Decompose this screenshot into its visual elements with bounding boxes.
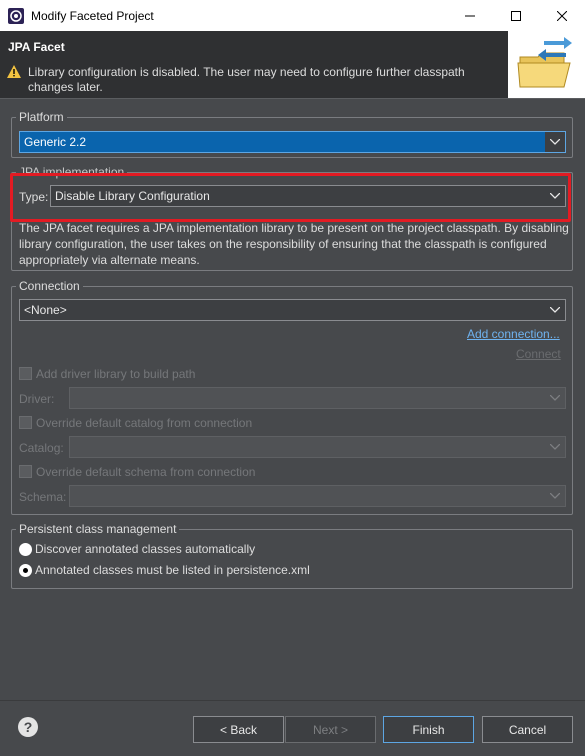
override-schema-label: Override default schema from connection — [36, 465, 256, 479]
back-button[interactable]: < Back — [193, 716, 284, 743]
catalog-label: Catalog: — [19, 441, 64, 455]
help-icon[interactable]: ? — [18, 717, 38, 737]
finish-button[interactable]: Finish — [383, 716, 474, 743]
chevron-down-icon — [545, 388, 565, 408]
eclipse-app-icon — [8, 8, 24, 24]
type-label: Type: — [19, 190, 49, 204]
persistent-class-group-label: Persistent class management — [16, 522, 180, 536]
banner-logo — [508, 31, 585, 98]
maximize-icon — [511, 10, 521, 21]
listed-classes-label: Annotated classes must be listed in pers… — [35, 563, 310, 577]
override-schema-checkbox[interactable] — [19, 465, 32, 478]
chevron-down-icon — [545, 300, 565, 320]
chevron-down-icon — [545, 132, 565, 152]
listed-classes-radio[interactable] — [19, 564, 32, 577]
window-title: Modify Faceted Project — [31, 9, 154, 23]
warning-triangle-icon — [7, 65, 21, 78]
wizard-banner: JPA Facet Library configuration is disab… — [0, 31, 585, 98]
chevron-down-icon — [545, 437, 565, 457]
cancel-button[interactable]: Cancel — [482, 716, 573, 743]
close-button[interactable] — [539, 0, 585, 31]
close-icon — [557, 10, 567, 21]
add-connection-link[interactable]: Add connection... — [467, 327, 560, 341]
schema-label: Schema: — [19, 490, 67, 504]
minimize-button[interactable] — [447, 0, 493, 31]
banner-message: Library configuration is disabled. The u… — [28, 65, 465, 94]
button-bar-separator — [0, 700, 585, 701]
chevron-down-icon — [545, 186, 565, 206]
driver-combo[interactable] — [69, 387, 566, 409]
connection-group-label: Connection — [16, 279, 83, 293]
persistent-class-group — [11, 529, 573, 589]
minimize-icon — [465, 15, 475, 16]
add-driver-checkbox[interactable] — [19, 367, 32, 380]
connect-link[interactable]: Connect — [516, 347, 561, 361]
chevron-down-icon — [545, 486, 565, 506]
next-button[interactable]: Next > — [285, 716, 376, 743]
connection-value: <None> — [24, 303, 67, 317]
jpa-description: The JPA facet requires a JPA implementat… — [19, 221, 569, 267]
open-folder-arrows-icon — [517, 37, 572, 88]
platform-group-label: Platform — [16, 110, 67, 124]
jpa-type-combo[interactable]: Disable Library Configuration — [50, 185, 566, 207]
driver-label: Driver: — [19, 392, 55, 406]
banner-separator — [0, 98, 585, 99]
add-driver-label: Add driver library to build path — [36, 367, 196, 381]
jpa-type-value: Disable Library Configuration — [55, 189, 210, 203]
maximize-button[interactable] — [493, 0, 539, 31]
schema-combo[interactable] — [69, 485, 566, 507]
platform-value: Generic 2.2 — [24, 135, 87, 149]
override-catalog-checkbox[interactable] — [19, 416, 32, 429]
page-title: JPA Facet — [8, 40, 65, 54]
discover-classes-label: Discover annotated classes automatically — [35, 542, 256, 556]
platform-combo[interactable]: Generic 2.2 — [19, 131, 566, 153]
catalog-combo[interactable] — [69, 436, 566, 458]
discover-classes-radio[interactable] — [19, 543, 32, 556]
override-catalog-label: Override default catalog from connection — [36, 416, 253, 430]
title-bar: Modify Faceted Project — [0, 0, 585, 31]
connection-combo[interactable]: <None> — [19, 299, 566, 321]
